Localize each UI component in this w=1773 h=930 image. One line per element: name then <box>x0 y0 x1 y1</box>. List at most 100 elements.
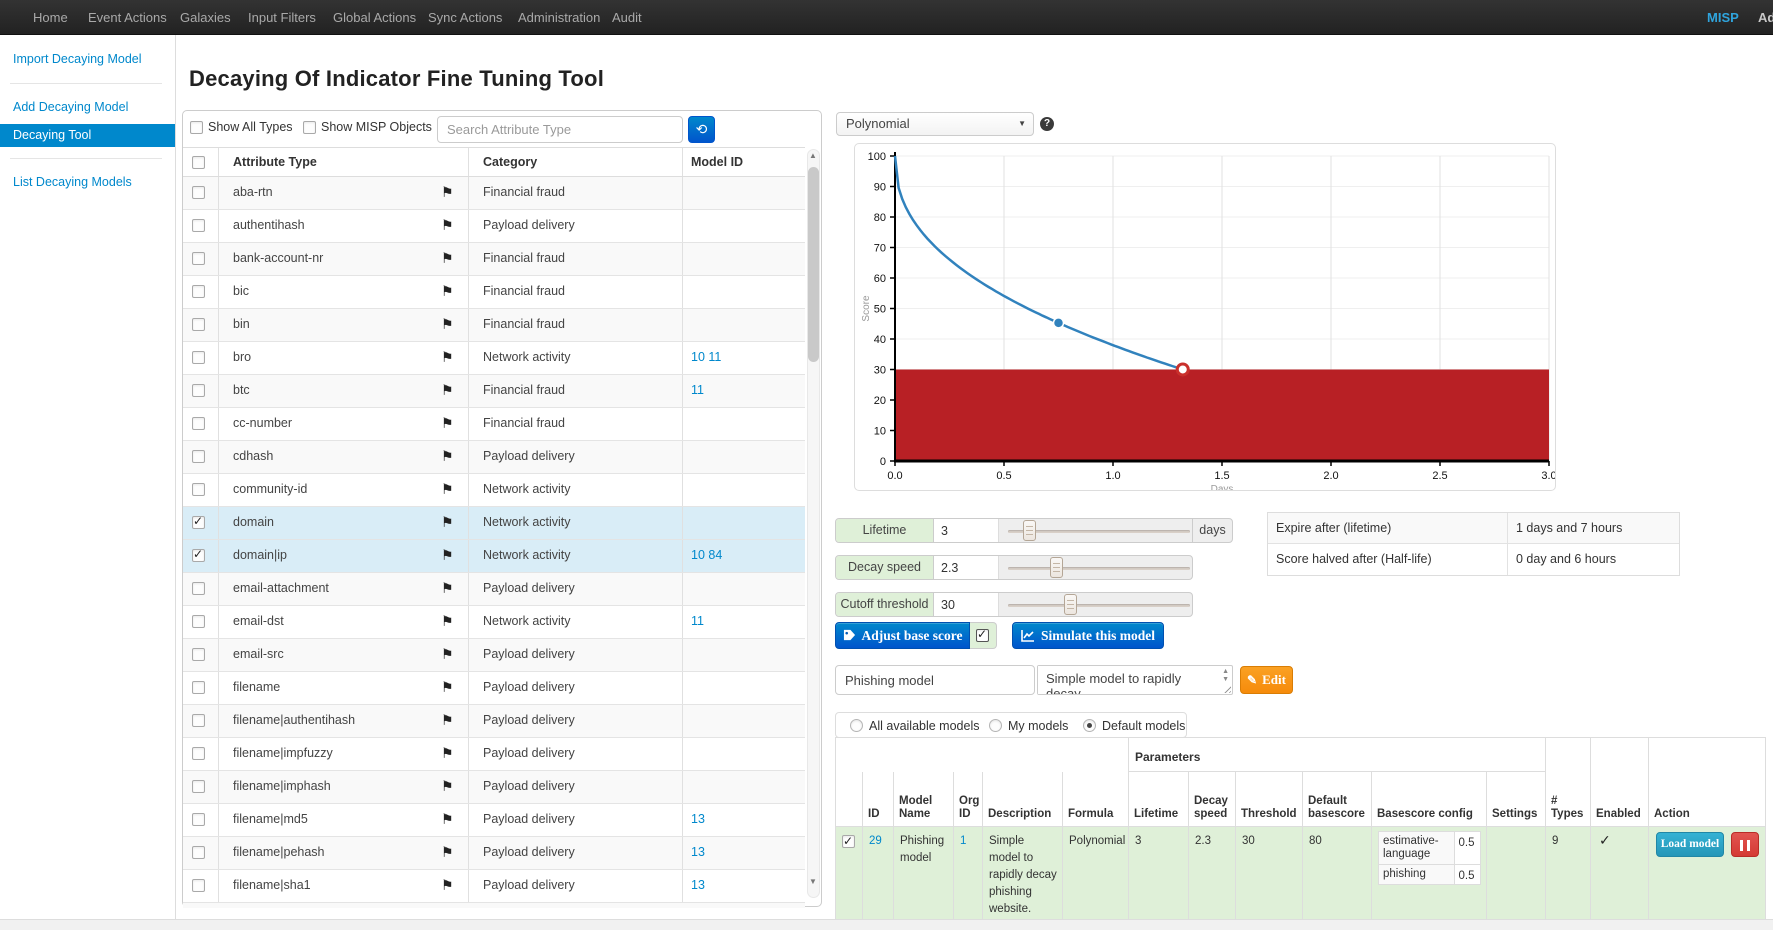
textarea-scroll-up-icon[interactable]: ▲ <box>1222 668 1229 675</box>
misp-brand-link[interactable]: MISP <box>1707 0 1739 35</box>
row-checkbox[interactable] <box>192 186 205 199</box>
row-checkbox[interactable] <box>192 219 205 232</box>
nav-item-global-actions[interactable]: Global Actions <box>333 0 416 35</box>
textarea-scroll-down-icon[interactable]: ▼ <box>1222 676 1229 683</box>
table-row[interactable]: email-src⚑Payload delivery <box>183 639 805 672</box>
table-row[interactable]: btc⚑Financial fraud11 <box>183 375 805 408</box>
row-checkbox[interactable] <box>192 714 205 727</box>
nav-item-home[interactable]: Home <box>33 0 68 35</box>
sidebar-item-import-decaying-model[interactable]: Import Decaying Model <box>13 52 142 66</box>
table-row[interactable]: domain⚑Network activity <box>183 507 805 540</box>
model-id-link[interactable]: 29 <box>863 826 894 927</box>
table-row[interactable]: cc-number⚑Financial fraud <box>183 408 805 441</box>
model-description-textarea[interactable]: Simple model to rapidly decay <box>1038 666 1218 694</box>
model-name-input[interactable] <box>835 665 1035 695</box>
model-id-link[interactable]: 13 <box>691 845 705 859</box>
my-models-label[interactable]: My models <box>1008 719 1068 733</box>
table-row[interactable]: filename|impfuzzy⚑Payload delivery <box>183 738 805 771</box>
row-checkbox[interactable] <box>192 318 205 331</box>
my-models-radio[interactable] <box>989 719 1002 732</box>
sidebar-item-list-decaying-models[interactable]: List Decaying Models <box>13 175 132 189</box>
table-row[interactable]: bank-account-nr⚑Financial fraud <box>183 243 805 276</box>
adjust-base-score-checkbox[interactable] <box>976 629 989 642</box>
row-checkbox[interactable] <box>192 252 205 265</box>
decay-speed-input[interactable] <box>934 556 999 579</box>
row-checkbox[interactable] <box>192 483 205 496</box>
model-id-link[interactable]: 13 <box>691 812 705 826</box>
table-row[interactable]: bin⚑Financial fraud <box>183 309 805 342</box>
refresh-button[interactable]: ⟲ <box>688 116 715 143</box>
nav-item-event-actions[interactable]: Event Actions <box>88 0 167 35</box>
all-models-radio[interactable] <box>850 719 863 732</box>
row-checkbox[interactable] <box>192 384 205 397</box>
row-checkbox[interactable] <box>192 516 205 529</box>
show-all-types-checkbox[interactable] <box>190 121 203 134</box>
model-id-link[interactable]: 10 84 <box>691 548 722 562</box>
nav-item-galaxies[interactable]: Galaxies <box>180 0 231 35</box>
threshold-point-handle[interactable] <box>1177 364 1188 375</box>
cutoff-threshold-slider-handle[interactable] <box>1064 594 1077 615</box>
row-checkbox[interactable] <box>192 813 205 826</box>
show-misp-objects-label[interactable]: Show MISP Objects <box>321 120 432 134</box>
scroll-down-icon[interactable]: ▼ <box>809 877 817 886</box>
default-models-radio[interactable] <box>1083 719 1096 732</box>
table-row[interactable]: authentihash⚑Payload delivery <box>183 210 805 243</box>
simulate-model-button[interactable]: Simulate this model <box>1012 622 1164 649</box>
row-checkbox[interactable] <box>192 648 205 661</box>
row-checkbox[interactable] <box>192 879 205 892</box>
row-checkbox[interactable] <box>192 450 205 463</box>
edit-model-button[interactable]: ✎ Edit <box>1240 666 1293 694</box>
table-row[interactable]: filename|imphash⚑Payload delivery <box>183 771 805 804</box>
row-checkbox[interactable] <box>192 285 205 298</box>
row-checkbox[interactable] <box>192 747 205 760</box>
scrollbar-thumb[interactable] <box>808 167 819 362</box>
curve-point-handle[interactable] <box>1054 318 1064 328</box>
row-checkbox[interactable] <box>192 582 205 595</box>
cutoff-threshold-slider[interactable] <box>1008 604 1190 607</box>
model-id-link[interactable]: 10 11 <box>691 350 721 364</box>
default-models-label[interactable]: Default models <box>1102 719 1185 733</box>
table-row[interactable]: community-id⚑Network activity <box>183 474 805 507</box>
lifetime-slider-handle[interactable] <box>1023 520 1036 541</box>
table-row[interactable]: bic⚑Financial fraud <box>183 276 805 309</box>
table-row[interactable]: email-dst⚑Network activity11 <box>183 606 805 639</box>
row-checkbox[interactable] <box>192 417 205 430</box>
table-row[interactable]: filename|md5⚑Payload delivery13 <box>183 804 805 837</box>
sidebar-item-decaying-tool[interactable]: Decaying Tool <box>0 124 175 147</box>
table-row[interactable]: email-attachment⚑Payload delivery <box>183 573 805 606</box>
show-all-types-label[interactable]: Show All Types <box>208 120 293 134</box>
nav-item-sync-actions[interactable]: Sync Actions <box>428 0 502 35</box>
show-misp-objects-checkbox[interactable] <box>303 121 316 134</box>
table-row[interactable]: filename⚑Payload delivery <box>183 672 805 705</box>
org-id-link[interactable]: 1 <box>954 826 983 927</box>
row-checkbox[interactable] <box>192 351 205 364</box>
search-attribute-input[interactable] <box>437 116 683 143</box>
row-checkbox[interactable] <box>192 846 205 859</box>
select-all-checkbox[interactable] <box>192 156 205 169</box>
all-models-label[interactable]: All available models <box>869 719 979 733</box>
lifetime-input[interactable] <box>934 519 999 542</box>
scroll-up-icon[interactable]: ▲ <box>809 151 817 160</box>
formula-select[interactable]: Polynomial ▼ <box>836 112 1034 136</box>
table-row[interactable]: filename|pehash⚑Payload delivery13 <box>183 837 805 870</box>
decay-speed-slider-handle[interactable] <box>1050 557 1063 578</box>
nav-item-audit[interactable]: Audit <box>612 0 642 35</box>
model-id-link[interactable]: 11 <box>691 614 704 628</box>
pause-model-button[interactable] <box>1731 832 1759 857</box>
row-checkbox[interactable] <box>192 615 205 628</box>
table-row[interactable]: cdhash⚑Payload delivery <box>183 441 805 474</box>
row-checkbox[interactable] <box>192 681 205 694</box>
table-row[interactable]: domain|ip⚑Network activity10 84 <box>183 540 805 573</box>
nav-item-input-filters[interactable]: Input Filters <box>248 0 316 35</box>
nav-item-administration[interactable]: Administration <box>518 0 600 35</box>
adjust-base-score-button[interactable]: Adjust base score <box>835 622 970 649</box>
load-model-button[interactable]: Load model <box>1656 832 1724 857</box>
model-row-checkbox[interactable] <box>842 835 855 848</box>
table-row[interactable]: aba-rtn⚑Financial fraud <box>183 177 805 210</box>
table-row[interactable]: filename|authentihash⚑Payload delivery <box>183 705 805 738</box>
table-row[interactable]: bro⚑Network activity10 11 <box>183 342 805 375</box>
cutoff-threshold-input[interactable] <box>934 593 999 616</box>
decay-speed-slider[interactable] <box>1008 567 1190 570</box>
resize-handle[interactable] <box>1222 684 1231 693</box>
help-icon[interactable]: ? <box>1040 117 1054 131</box>
